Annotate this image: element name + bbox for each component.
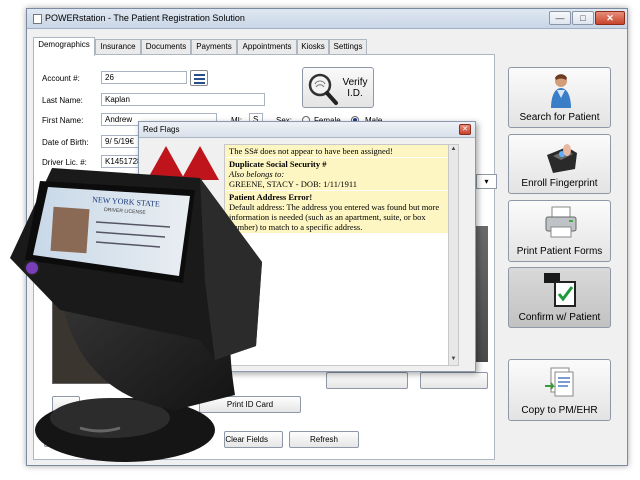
duplicate-ssn-block: Duplicate Social Security # Also belongs… bbox=[225, 158, 458, 190]
print-patient-forms-button[interactable]: Print Patient Forms bbox=[508, 200, 611, 262]
enroll-fingerprint-label: Enroll Fingerprint bbox=[521, 178, 598, 189]
tab-documents[interactable]: Documents bbox=[141, 39, 191, 55]
last-name-field[interactable]: Kaplan bbox=[101, 93, 265, 106]
magnifier-icon bbox=[308, 73, 338, 105]
first-name-label: First Name: bbox=[42, 116, 84, 125]
fingerprint-scanner-icon bbox=[547, 144, 577, 173]
red-flags-dialog: Red Flags ✕ The SS# does not appear to h… bbox=[138, 121, 476, 372]
partial-button-4[interactable] bbox=[44, 430, 72, 447]
driver-lic-field[interactable]: K1451728 bbox=[101, 155, 141, 168]
enroll-fingerprint-button[interactable]: Enroll Fingerprint bbox=[508, 134, 611, 194]
close-button[interactable]: ✕ bbox=[595, 11, 625, 25]
tab-kiosks[interactable]: Kiosks bbox=[297, 39, 329, 55]
address-error-block: Patient Address Error! Default address: … bbox=[225, 191, 458, 233]
scroll-down-icon[interactable]: ▼ bbox=[450, 356, 457, 364]
search-for-patient-button[interactable]: Search for Patient bbox=[508, 67, 611, 128]
verify-label: Verify I.D. bbox=[339, 77, 371, 99]
red-flags-title: Red Flags bbox=[143, 125, 180, 134]
minimize-button[interactable]: — bbox=[549, 11, 571, 25]
last-name-label: Last Name: bbox=[42, 96, 83, 105]
partial-button-3[interactable] bbox=[52, 396, 80, 413]
verify-label-line1: Verify bbox=[342, 77, 368, 88]
dob-field[interactable]: 9/ 5/19€ bbox=[101, 135, 141, 148]
photo-preview bbox=[52, 262, 152, 384]
tab-insurance[interactable]: Insurance bbox=[95, 39, 141, 55]
ssn-warning: The SS# does not appear to have been ass… bbox=[225, 145, 458, 157]
red-flags-close-button[interactable]: ✕ bbox=[459, 124, 471, 135]
monitor-check-icon bbox=[544, 273, 576, 307]
partial-button-2[interactable] bbox=[420, 372, 488, 389]
app-icon bbox=[33, 14, 42, 24]
driver-lic-label: Driver Lic. #: bbox=[42, 158, 87, 167]
tab-appointments[interactable]: Appointments bbox=[237, 39, 297, 55]
tab-demographics[interactable]: Demographics bbox=[33, 37, 95, 56]
print-patient-forms-label: Print Patient Forms bbox=[516, 246, 603, 257]
address-error-heading: Patient Address Error! bbox=[229, 192, 313, 202]
verify-id-button[interactable]: Verify I.D. bbox=[302, 67, 374, 108]
print-id-card-button[interactable]: Print ID Card bbox=[199, 396, 301, 413]
dropdown-button[interactable]: ▾ bbox=[476, 174, 497, 189]
tab-settings[interactable]: Settings bbox=[329, 39, 367, 55]
tab-payments[interactable]: Payments bbox=[191, 39, 237, 55]
search-for-patient-label: Search for Patient bbox=[519, 112, 600, 123]
partial-button[interactable] bbox=[326, 372, 408, 389]
red-flags-content: The SS# does not appear to have been ass… bbox=[224, 144, 459, 366]
printer-icon bbox=[545, 206, 577, 238]
documents-icon bbox=[545, 367, 574, 397]
duplicate-ssn-heading: Duplicate Social Security # bbox=[229, 159, 327, 169]
red-flags-title-bar: Red Flags ✕ bbox=[139, 122, 475, 138]
scroll-up-icon[interactable]: ▲ bbox=[450, 146, 457, 154]
maximize-button[interactable]: □ bbox=[572, 11, 594, 25]
verify-label-line2: I.D. bbox=[347, 88, 363, 99]
duplicate-ssn-detail: GREENE, STACY - DOB: 1/11/1911 bbox=[229, 179, 357, 189]
confirm-with-patient-button[interactable]: Confirm w/ Patient bbox=[508, 267, 611, 328]
confirm-with-patient-label: Confirm w/ Patient bbox=[518, 312, 601, 323]
copy-to-pm-ehr-button[interactable]: Copy to PM/EHR bbox=[508, 359, 611, 421]
account-label: Account #: bbox=[42, 74, 80, 83]
copy-to-pm-ehr-label: Copy to PM/EHR bbox=[521, 405, 598, 416]
clear-fields-button[interactable]: Clear Fields bbox=[224, 431, 283, 448]
patient-icon bbox=[551, 74, 571, 108]
red-flags-scrollbar[interactable]: ▲ ▼ bbox=[448, 145, 458, 365]
red-flag-icon bbox=[147, 146, 185, 180]
duplicate-ssn-subheading: Also belongs to: bbox=[229, 169, 285, 179]
address-error-detail: Default address: The address you entered… bbox=[229, 202, 440, 232]
dob-label: Date of Birth: bbox=[42, 138, 89, 147]
window-title: POWERstation - The Patient Registration … bbox=[45, 13, 245, 23]
refresh-button[interactable]: Refresh bbox=[289, 431, 359, 448]
list-icon[interactable] bbox=[190, 70, 208, 86]
title-bar: POWERstation - The Patient Registration … bbox=[27, 9, 627, 29]
account-field[interactable]: 26 bbox=[101, 71, 187, 84]
red-flag-icon-2 bbox=[181, 146, 219, 180]
